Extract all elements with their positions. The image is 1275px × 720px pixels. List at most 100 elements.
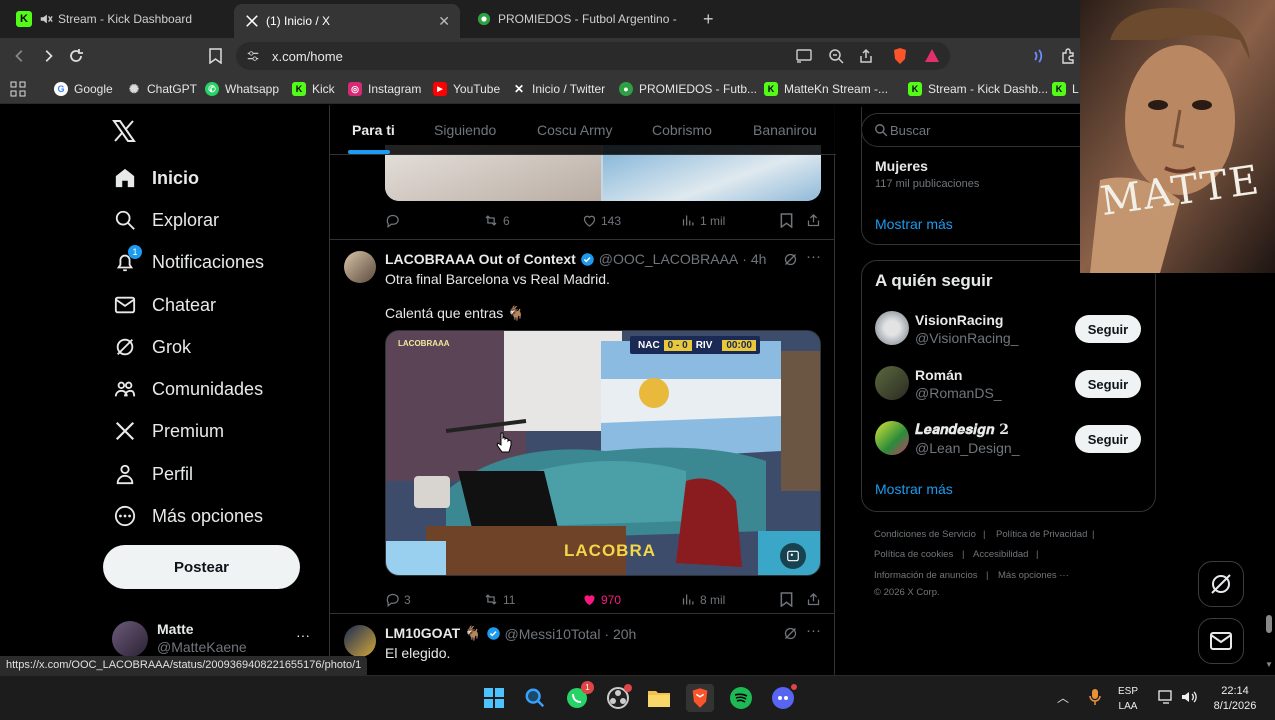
bookmark-page-icon[interactable] [205, 46, 225, 66]
url-text[interactable]: x.com/home [272, 49, 343, 64]
tweet-media-image[interactable]: LACOBRAAA NAC 0 - 0 RIV 00:00 LACOBRA [385, 330, 821, 576]
brave-wallet-icon[interactable] [1030, 46, 1050, 66]
footer-cookies-link[interactable]: Política de cookies [874, 549, 953, 560]
extensions-icon[interactable] [1058, 46, 1078, 66]
messages-float-button[interactable] [1198, 618, 1244, 664]
footer-ads-link[interactable]: Información de anuncios [874, 570, 978, 581]
suggested-user-handle[interactable]: @RomanDS_ [915, 385, 1002, 401]
grok-explain-icon[interactable] [783, 252, 798, 267]
volume-icon[interactable] [1180, 688, 1198, 706]
reply-button[interactable]: 3 [385, 592, 411, 607]
account-switcher[interactable]: Matte @MatteKaene ··· [112, 619, 318, 659]
tweet-more-icon[interactable]: ··· [806, 248, 821, 265]
share-button[interactable] [806, 592, 825, 607]
close-tab-icon[interactable]: ✕ [438, 13, 450, 30]
suggested-user-name[interactable]: 𝑳𝒆𝒂𝒏𝒅𝒆𝒔𝒊𝒈𝒏 2 [915, 422, 1009, 438]
bookmark-kick-dashboard[interactable]: K Stream - Kick Dashb... [908, 80, 1048, 98]
suggested-user-name[interactable]: Román [915, 367, 962, 383]
tweet-time[interactable]: · 20h [604, 626, 636, 642]
nav-home[interactable]: Inicio [112, 163, 199, 193]
tweet-more-icon[interactable]: ··· [806, 622, 821, 639]
windows-start-icon[interactable] [480, 684, 508, 712]
cast-icon[interactable] [796, 49, 812, 63]
reload-icon[interactable] [66, 46, 86, 66]
obs-app-icon[interactable] [604, 684, 632, 712]
back-icon[interactable] [10, 46, 30, 66]
share-icon[interactable] [858, 48, 874, 64]
bookmark-instagram[interactable]: ◎ Instagram [348, 80, 421, 98]
whatsapp-app-icon[interactable]: 1 [563, 681, 594, 712]
tab-promiedos[interactable]: PROMIEDOS - Futbol Argentino - Fixt [466, 4, 688, 34]
tweet-author-handle[interactable]: @OOC_LACOBRAAA [599, 251, 738, 267]
footer-accessibility-link[interactable]: Accesibilidad [973, 549, 1028, 560]
repost-button[interactable]: 11 [483, 592, 515, 607]
taskbar-search-icon[interactable] [521, 684, 549, 712]
bookmark-youtube[interactable]: ▶ YouTube [433, 80, 500, 98]
discord-icon[interactable] [769, 682, 799, 712]
grok-explain-icon[interactable] [783, 626, 798, 641]
bookmark-google[interactable]: G Google [54, 80, 113, 98]
tab-siguiendo[interactable]: Siguiendo [434, 122, 496, 138]
nav-profile[interactable]: Perfil [112, 459, 193, 489]
views-button[interactable]: 8 mil [681, 592, 725, 607]
nav-communities[interactable]: Comunidades [112, 374, 263, 404]
bookmark-whatsapp[interactable]: ✆ Whatsapp [205, 80, 279, 98]
tweet-article[interactable]: LM10GOAT 🐐 @Messi10Total · 20h ··· El el… [330, 614, 834, 675]
like-button[interactable]: 143 [582, 213, 621, 228]
trends-show-more-link[interactable]: Mostrar más [875, 216, 953, 232]
avatar[interactable] [875, 421, 909, 455]
avatar[interactable] [344, 251, 376, 283]
footer-more-link[interactable]: Más opciones ··· [998, 570, 1069, 581]
scroll-down-arrow-icon[interactable]: ▼ [1265, 660, 1273, 669]
microphone-icon[interactable] [1088, 688, 1102, 706]
follow-button[interactable]: Seguir [1075, 370, 1141, 398]
account-more-button[interactable]: ··· [296, 627, 310, 643]
brave-rewards-icon[interactable] [924, 48, 940, 64]
tweet-author-handle[interactable]: @Messi10Total [505, 626, 601, 642]
nav-premium[interactable]: Premium [112, 416, 224, 446]
tweet-article[interactable]: LACOBRAAA Out of Context @OOC_LACOBRAAA … [330, 240, 834, 612]
bookmark-button[interactable] [780, 592, 797, 607]
new-tab-button[interactable]: + [703, 9, 714, 30]
nav-chat[interactable]: Chatear [112, 290, 216, 320]
bookmark-mattekn-stream[interactable]: K MatteKn Stream -... [764, 80, 888, 98]
trend-topic[interactable]: Mujeres [875, 158, 928, 174]
repost-button[interactable]: 6 [483, 213, 510, 228]
bookmark-l[interactable]: KL [1052, 80, 1079, 98]
tweet-author-name[interactable]: LM10GOAT 🐐 [385, 625, 482, 642]
tweet-author-name[interactable]: LACOBRAAA Out of Context [385, 251, 576, 267]
bookmark-promiedos[interactable]: ● PROMIEDOS - Futb... [619, 80, 757, 98]
apps-grid-icon[interactable] [10, 80, 26, 98]
tab-kick-dashboard[interactable]: K Stream - Kick Dashboard [6, 4, 232, 34]
spotify-icon[interactable] [727, 684, 755, 712]
suggested-user-handle[interactable]: @Lean_Design_ [915, 440, 1020, 456]
language-indicator[interactable]: ESP LAA [1118, 684, 1138, 714]
site-settings-icon[interactable] [246, 49, 260, 63]
tab-cobrismo[interactable]: Cobrismo [652, 122, 712, 138]
share-button[interactable] [806, 213, 825, 228]
tweet-time[interactable]: · 4h [742, 251, 766, 267]
brave-shield-icon[interactable] [892, 47, 908, 65]
follow-show-more-link[interactable]: Mostrar más [875, 481, 953, 497]
post-button[interactable]: Postear [103, 545, 300, 589]
brave-browser-icon[interactable] [686, 684, 714, 712]
avatar[interactable] [875, 366, 909, 400]
bookmark-chatgpt[interactable]: ✺ ChatGPT [127, 80, 197, 98]
suggested-user-handle[interactable]: @VisionRacing_ [915, 330, 1018, 346]
tray-chevron-up-icon[interactable]: ︿ [1057, 689, 1069, 706]
x-home-logo-icon[interactable] [112, 119, 136, 143]
tab-para-ti[interactable]: Para ti [352, 122, 395, 138]
follow-button[interactable]: Seguir [1075, 315, 1141, 343]
nav-notifications[interactable]: 1 Notificaciones [112, 245, 264, 277]
nav-more-options[interactable]: Más opciones [112, 501, 263, 531]
avatar[interactable] [875, 311, 909, 345]
muted-speaker-icon[interactable] [38, 11, 54, 27]
like-button[interactable]: 970 [582, 592, 621, 607]
grok-float-button[interactable] [1198, 561, 1244, 607]
footer-terms-link[interactable]: Condiciones de Servicio [874, 529, 976, 540]
forward-icon[interactable] [38, 46, 58, 66]
avatar[interactable] [344, 625, 376, 657]
follow-button[interactable]: Seguir [1075, 425, 1141, 453]
address-bar[interactable]: x.com/home [236, 42, 950, 70]
reply-button[interactable] [385, 213, 404, 228]
